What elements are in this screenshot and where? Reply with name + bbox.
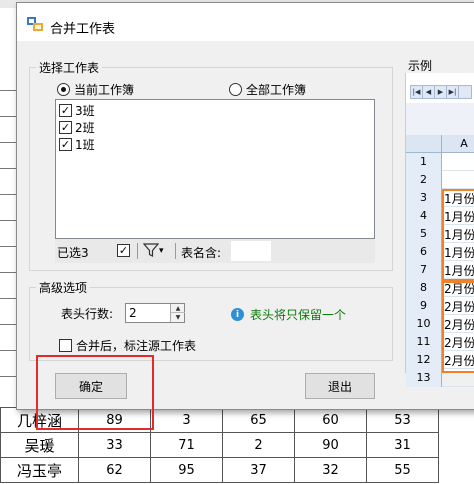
preview-row-number: 3 — [406, 189, 442, 207]
dialog-title: 合并工作表 — [50, 22, 116, 37]
next-sheet-icon[interactable]: ▶ — [435, 86, 447, 98]
preview-row-number: 2 — [406, 171, 442, 189]
info-note: i 表头将只保留一个 — [231, 306, 346, 323]
sheet-cell[interactable]: 37 — [222, 457, 295, 483]
preview-corner — [406, 135, 442, 153]
sheet-label: 3班 — [75, 104, 95, 118]
annotation-highlight-box — [36, 355, 154, 430]
table-row: 吴瑗 33 71 2 90 31 — [0, 432, 439, 458]
preview-row-number: 9 — [406, 297, 442, 315]
advanced-options-label: 高级选项 — [36, 279, 91, 296]
sheet-listbox[interactable]: ✓ 3班 ✓ 2班 ✓ 1班 — [55, 99, 375, 239]
preview-row-number: 1 — [406, 153, 442, 171]
exit-button[interactable]: 退出 — [305, 373, 375, 399]
preview-row-number: 10 — [406, 315, 442, 333]
name-filter-label: 表名含: — [181, 246, 222, 260]
radio-indicator — [57, 83, 70, 96]
preview-label: 示例 — [405, 57, 436, 74]
header-rows-stepper[interactable]: 2 ▲ ▼ — [125, 303, 185, 323]
info-text: 表头将只保留一个 — [250, 308, 347, 322]
separator — [175, 243, 176, 259]
sheet-cell[interactable]: 65 — [222, 407, 295, 433]
sheet-cell[interactable]: 71 — [150, 432, 223, 458]
preview-group-highlight — [442, 279, 474, 373]
radio-all-label: 全部工作簿 — [246, 83, 307, 97]
radio-current-label: 当前工作簿 — [74, 83, 135, 97]
preview-row-number: 11 — [406, 333, 442, 351]
preview-row-number: 8 — [406, 279, 442, 297]
info-icon: i — [231, 308, 244, 321]
last-sheet-icon[interactable]: ▶| — [447, 86, 459, 98]
sheet-cell[interactable]: 55 — [366, 457, 439, 483]
chevron-down-icon[interactable]: ▾ — [159, 246, 164, 256]
radio-indicator — [229, 83, 242, 96]
sheet-cell[interactable]: 吴瑗 — [0, 432, 79, 458]
stepper-buttons: ▲ ▼ — [170, 304, 185, 322]
stepper-down-icon[interactable]: ▼ — [171, 313, 185, 322]
preview-pane: |◀ ◀ ▶ ▶| A 1 2 3 1月份 4 1月份 5 1月份 6 1月份 7 1月份 8 2月份 9 2… — [405, 73, 474, 387]
radio-current-workbook[interactable]: 当前工作簿 — [57, 81, 134, 98]
radio-all-workbooks[interactable]: 全部工作簿 — [229, 81, 306, 98]
merge-sheets-dialog: 合并工作表 选择工作表 当前工作簿 全部工作簿 ✓ 3班 ✓ 2班 ✓ 1班 已… — [16, 2, 474, 410]
prev-sheet-icon[interactable]: ◀ — [423, 86, 435, 98]
sheet-tab-navigation[interactable]: |◀ ◀ ▶ ▶| — [410, 85, 472, 99]
preview-row: 1 — [406, 153, 474, 171]
header-rows-label: 表头行数: — [61, 307, 114, 321]
preview-toolbar-area — [406, 103, 474, 135]
sheet-cell[interactable]: 62 — [78, 457, 151, 483]
selected-count: 已选3 — [57, 246, 89, 260]
sheet-checkbox[interactable]: ✓ — [59, 138, 72, 151]
sheet-cell[interactable]: 3 — [150, 407, 223, 433]
list-item[interactable]: ✓ 3班 — [59, 102, 95, 119]
sheet-cell[interactable]: 2 — [222, 432, 295, 458]
name-filter-input[interactable] — [231, 241, 271, 261]
sheet-cell[interactable]: 32 — [294, 457, 367, 483]
first-sheet-icon[interactable]: |◀ — [411, 86, 423, 98]
filter-icon[interactable] — [142, 242, 160, 261]
separator — [137, 243, 138, 259]
sheet-checkbox[interactable]: ✓ — [59, 121, 72, 134]
header-rows-value[interactable]: 2 — [129, 306, 137, 320]
preview-row-number: 4 — [406, 207, 442, 225]
note-source-option[interactable]: 合并后，标注源工作表 — [59, 337, 196, 354]
preview-row-number: 5 — [406, 225, 442, 243]
select-sheets-label: 选择工作表 — [36, 59, 103, 76]
note-source-checkbox[interactable] — [59, 339, 72, 352]
table-row: 冯玉亭 62 95 37 32 55 — [0, 457, 439, 483]
preview-row: 2 — [406, 171, 474, 189]
note-source-label: 合并后，标注源工作表 — [76, 339, 197, 353]
sheet-cell[interactable]: 95 — [150, 457, 223, 483]
preview-column-a: A — [460, 137, 468, 150]
preview-row-number: 7 — [406, 261, 442, 279]
app-icon — [27, 17, 43, 31]
preview-column-header: A — [406, 135, 474, 153]
sheet-cell[interactable]: 60 — [294, 407, 367, 433]
sheet-cell[interactable]: 31 — [366, 432, 439, 458]
preview-row-number: 12 — [406, 351, 442, 369]
sheet-checkbox[interactable]: ✓ — [59, 104, 72, 117]
stepper-up-icon[interactable]: ▲ — [171, 304, 185, 313]
sheet-status-bar: 已选3 ✓ ▾ 表名含: — [55, 239, 375, 263]
select-all-checkbox[interactable]: ✓ — [117, 244, 130, 257]
sheet-cell[interactable]: 冯玉亭 — [0, 457, 79, 483]
sheet-label: 2班 — [75, 121, 95, 135]
sheet-label: 1班 — [75, 138, 95, 152]
sheet-cell[interactable]: 90 — [294, 432, 367, 458]
sheet-cell[interactable]: 33 — [78, 432, 151, 458]
dialog-titlebar[interactable]: 合并工作表 — [17, 3, 474, 41]
sheet-cell[interactable]: 53 — [366, 407, 439, 433]
preview-row-number: 6 — [406, 243, 442, 261]
list-item[interactable]: ✓ 2班 — [59, 119, 95, 136]
preview-row-number: 13 — [406, 369, 442, 387]
list-item[interactable]: ✓ 1班 — [59, 136, 95, 153]
preview-group-highlight — [442, 189, 474, 283]
